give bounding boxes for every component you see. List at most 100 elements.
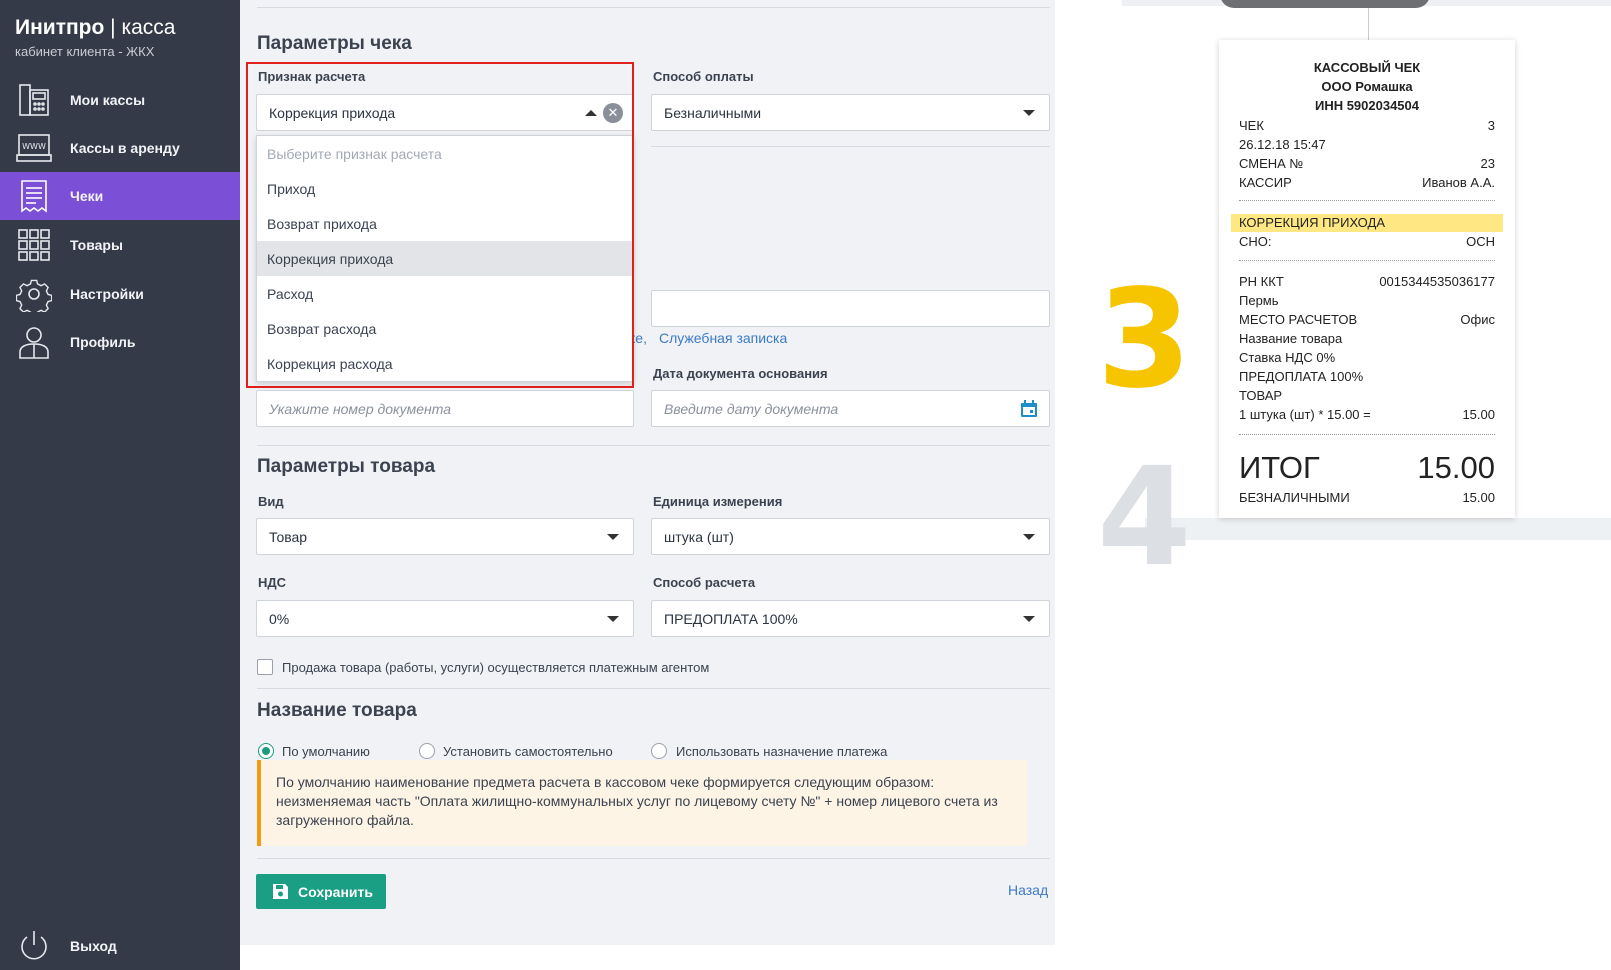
dropdown-option[interactable]: Расход: [257, 276, 633, 311]
doc-name-input[interactable]: [651, 290, 1050, 327]
receipt-inn: ИНН 5902034504: [1314, 98, 1420, 113]
product-name-title: Название товара: [257, 700, 417, 721]
save-button[interactable]: Сохранить: [256, 874, 386, 909]
receipt-preview-panel: 3 4 КАССОВЫЙ ЧЕК ООО Ромашка ИНН 5902034…: [1055, 0, 1611, 970]
sidebar-item-profile[interactable]: Профиль: [0, 318, 240, 366]
step-number-3: 3: [1097, 261, 1192, 419]
payment-method-label: Способ оплаты: [653, 69, 754, 84]
chevron-up-icon[interactable]: [585, 110, 597, 116]
receipt-params-title: Параметры чека: [257, 33, 412, 54]
radio-custom[interactable]: [419, 743, 435, 759]
calc-sign-label: Признак расчета: [258, 69, 366, 84]
sidebar-item-rent-registers[interactable]: WWW Кассы в аренду: [0, 124, 240, 172]
receipt-row: Ставка НДС 0%: [1239, 350, 1336, 365]
sidebar-item-label: Чеки: [70, 188, 104, 204]
back-link[interactable]: Назад: [1008, 882, 1048, 898]
calc-sign-value: Коррекция прихода: [269, 104, 396, 121]
chevron-down-icon: [607, 616, 619, 622]
sidebar-item-label: Мои кассы: [70, 92, 146, 108]
unit-value: штука (шт): [664, 528, 734, 545]
receipt-row: 26.12.18 15:47: [1239, 137, 1326, 152]
sidebar-item-settings[interactable]: Настройки: [0, 270, 240, 318]
receipt-calc-sign: КОРРЕКЦИЯ ПРИХОДА: [1239, 215, 1385, 230]
radio-payment-purpose[interactable]: [651, 743, 667, 759]
doc-number-input[interactable]: Укажите номер документа: [256, 390, 634, 427]
calc-sign-select[interactable]: Коррекция прихода ✕: [256, 94, 634, 131]
sidebar-item-label: Товары: [70, 237, 123, 253]
receipt-payment-row: БЕЗНАЛИЧНЫМИ 15.00: [1239, 490, 1495, 505]
divider: [257, 688, 1050, 689]
vat-select[interactable]: 0%: [256, 600, 634, 637]
logout-label: Выход: [70, 938, 117, 954]
receipt-row: ЧЕК 3: [1239, 118, 1495, 133]
chevron-down-icon: [1023, 534, 1035, 540]
receipt-row: МЕСТО РАСЧЕТОВ Офис: [1239, 312, 1495, 327]
payment-method-value: Безналичными: [664, 104, 762, 121]
vat-value: 0%: [269, 610, 290, 627]
doc-date-placeholder: Введите дату документа: [664, 400, 839, 417]
unit-label: Единица измерения: [653, 494, 783, 509]
receipt-torn-edge: [1219, 508, 1515, 517]
radio-custom-label: Установить самостоятельно: [443, 744, 613, 759]
calendar-icon[interactable]: [1019, 399, 1039, 419]
dropdown-option[interactable]: Коррекция расхода: [257, 346, 633, 381]
divider: [257, 7, 1050, 8]
divider: [651, 146, 1050, 147]
radio-default-label: По умолчанию: [282, 744, 370, 759]
divider: [257, 858, 1050, 859]
doc-link-memo[interactable]: Служебная записка: [659, 330, 787, 346]
floppy-icon: [273, 884, 288, 899]
doc-number-placeholder: Укажите номер документа: [269, 400, 452, 417]
receipt-row: 1 штука (шт) * 15.00 = 15.00: [1239, 407, 1495, 422]
user-icon: [19, 327, 49, 359]
sidebar-item-products[interactable]: Товары: [0, 221, 240, 269]
vat-label: НДС: [258, 575, 287, 590]
receipt-form: Параметры чека Признак расчета Коррекция…: [240, 0, 1055, 970]
receipt-org: ООО Ромашка: [1321, 79, 1413, 94]
payment-method-select[interactable]: Безналичными: [651, 94, 1050, 131]
kind-label: Вид: [258, 494, 284, 509]
calc-sign-dropdown: Выберите признак расчета Приход Возврат …: [256, 135, 634, 382]
dropdown-option[interactable]: Возврат расхода: [257, 311, 633, 346]
receipt-total: ИТОГ 15.00: [1239, 450, 1495, 485]
calc-method-value: ПРЕДОПЛАТА 100%: [664, 610, 798, 627]
doc-date-input[interactable]: Введите дату документа: [651, 390, 1050, 427]
receipt-row: Название товара: [1239, 331, 1343, 346]
receipt-divider: [1239, 200, 1495, 201]
calc-method-select[interactable]: ПРЕДОПЛАТА 100%: [651, 600, 1050, 637]
clear-icon[interactable]: ✕: [603, 103, 623, 123]
receipt-icon: [21, 180, 47, 213]
chevron-down-icon: [1023, 616, 1035, 622]
receipt-divider: [1239, 434, 1495, 435]
sidebar-item-my-registers[interactable]: Мои кассы: [0, 76, 240, 124]
save-label: Сохранить: [298, 883, 373, 900]
receipt-row: Пермь: [1239, 293, 1279, 308]
dropdown-option[interactable]: Возврат прихода: [257, 206, 633, 241]
kind-value: Товар: [269, 528, 308, 545]
printer-slot: [1220, 0, 1430, 8]
sidebar-item-receipts[interactable]: Чеки: [0, 172, 240, 220]
dropdown-hint: Выберите признак расчета: [267, 145, 442, 162]
product-params-title: Параметры товара: [257, 456, 436, 477]
printer-line: [1368, 8, 1369, 40]
receipt-paper: КАССОВЫЙ ЧЕК ООО Ромашка ИНН 5902034504 …: [1219, 40, 1515, 518]
gear-icon: [16, 279, 52, 312]
sidebar-item-label: Кассы в аренду: [70, 140, 180, 156]
dropdown-option[interactable]: Приход: [257, 171, 633, 206]
agent-checkbox[interactable]: [257, 659, 273, 675]
radio-default[interactable]: [258, 743, 274, 759]
sidebar-item-label: Профиль: [70, 334, 136, 350]
sidebar: Инитпро | касса кабинет клиента - ЖКХ Мо…: [0, 0, 240, 970]
www-register-icon: WWW: [16, 134, 52, 162]
receipt-divider: [1239, 260, 1495, 261]
receipt-row: КАССИР Иванов А.А.: [1239, 175, 1495, 190]
cash-register-icon: [19, 84, 49, 116]
kind-select[interactable]: Товар: [256, 518, 634, 555]
brand-logo[interactable]: Инитпро | касса: [15, 16, 175, 40]
chevron-down-icon: [607, 534, 619, 540]
logout-button[interactable]: Выход: [0, 922, 240, 970]
unit-select[interactable]: штука (шт): [651, 518, 1050, 555]
power-icon: [21, 931, 47, 960]
agent-checkbox-label: Продажа товара (работы, услуги) осуществ…: [282, 660, 710, 675]
dropdown-option-selected[interactable]: Коррекция прихода: [257, 241, 633, 276]
